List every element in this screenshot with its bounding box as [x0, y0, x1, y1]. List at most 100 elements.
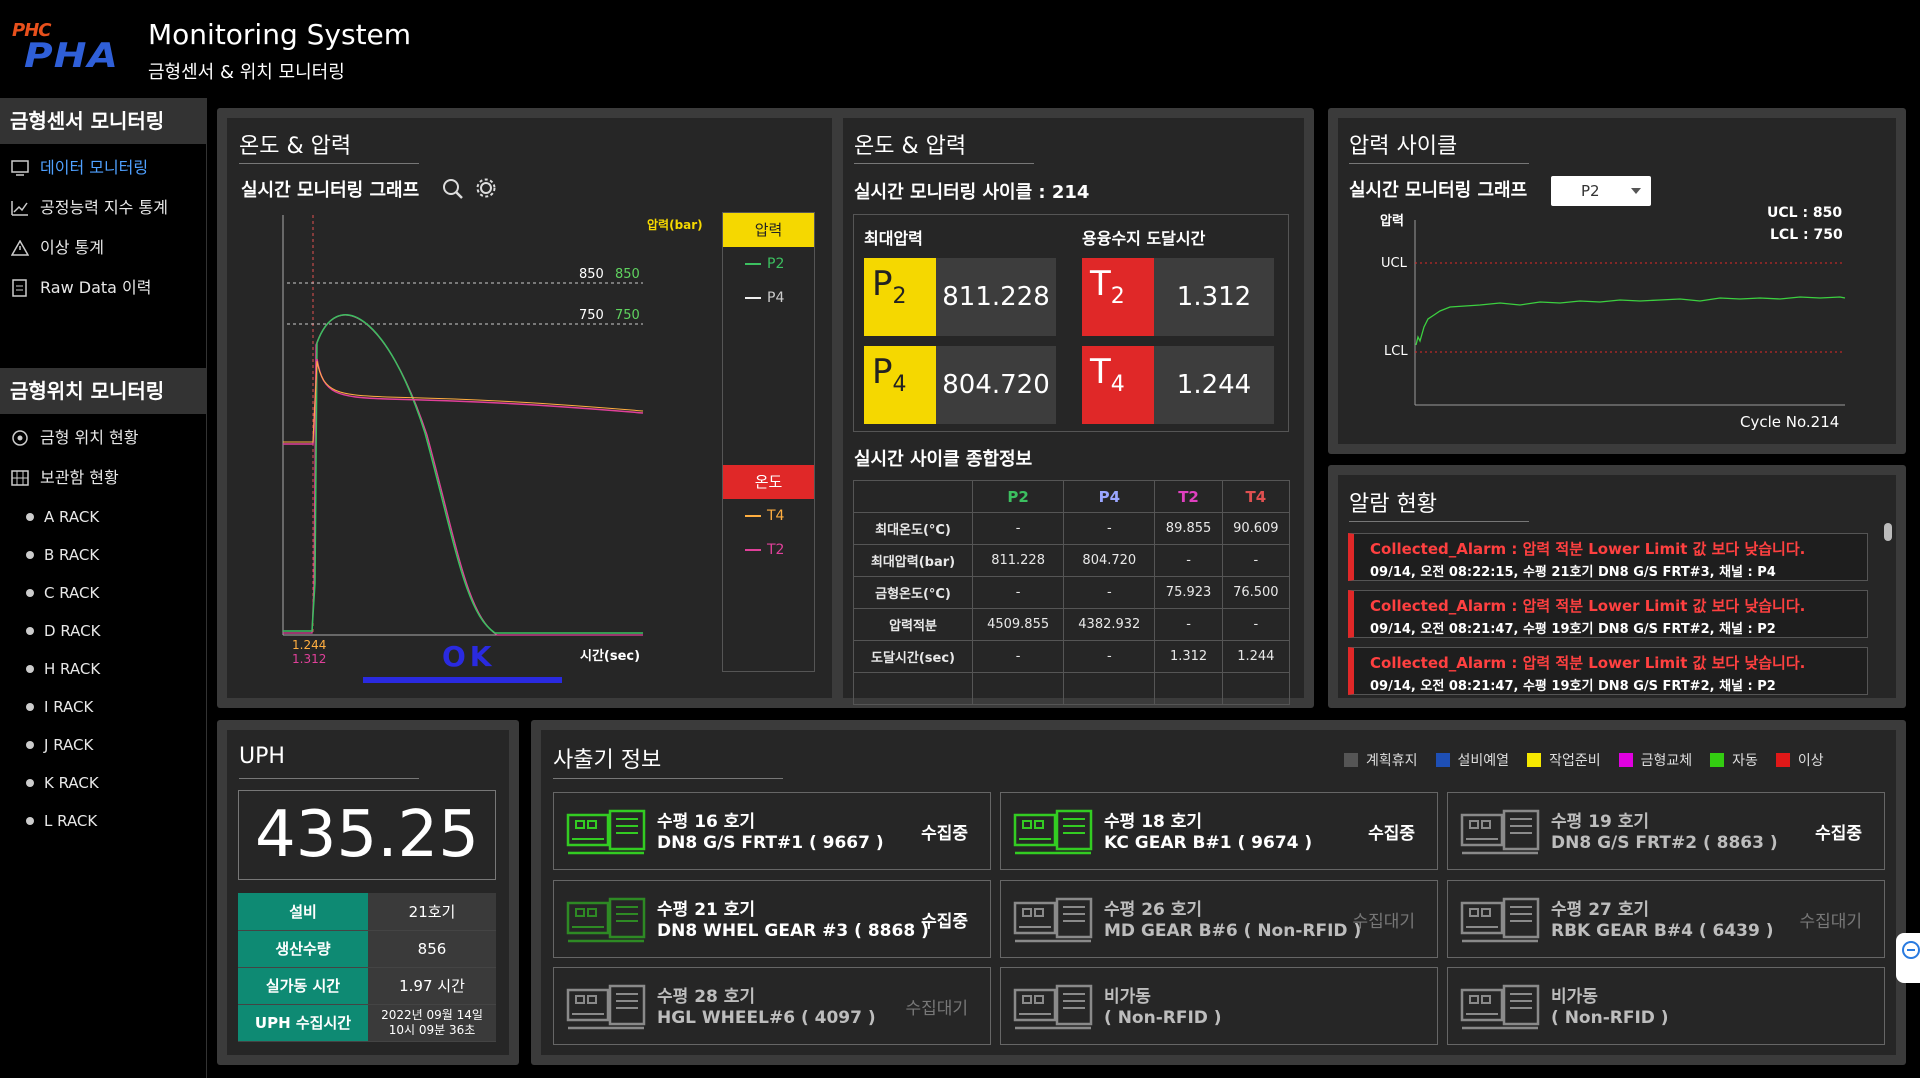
sidebar-item-label: Raw Data 이력 [40, 278, 152, 297]
machine-mold: HGL WHEEL#6 ( 4097 ) [657, 1008, 876, 1028]
machine-status: 수집대기 [1352, 912, 1415, 932]
table-header: T2 [1154, 480, 1223, 513]
uph-table: 설비 21호기 생산수량 856 실가동 시간 1.97 시간 UPH 수집시간 202… [238, 893, 496, 1042]
app-subtitle: 금형센서 & 위치 모니터링 [148, 62, 345, 83]
table-cell: 최대온도(°C) [853, 512, 973, 545]
rack-item[interactable]: H RACK [0, 650, 206, 688]
sidebar-item-label: 금형 위치 현황 [40, 428, 139, 447]
machine-card[interactable]: 수평 27 호기 RBK GEAR B#4 ( 6439 ) 수집대기 [1447, 880, 1885, 958]
legend-item-t4[interactable]: T4 [723, 499, 814, 533]
table-header: P2 [971, 480, 1065, 513]
table-cell: 압력적분 [853, 608, 973, 641]
legend-label: P4 [767, 290, 785, 306]
machine-mold: RBK GEAR B#4 ( 6439 ) [1551, 921, 1774, 941]
status-swatch [1435, 753, 1450, 767]
title-underline [1349, 521, 1529, 522]
channel-select[interactable]: P2 [1551, 176, 1651, 206]
machine-card[interactable]: 수평 18 호기 KC GEAR B#1 ( 9674 ) 수집중 [1000, 792, 1438, 870]
sidebar-item-label: 이상 통계 [40, 238, 104, 257]
rack-item[interactable]: D RACK [0, 612, 206, 650]
gear-icon[interactable] [475, 177, 497, 203]
machine-name: 수평 26 호기 [1104, 900, 1203, 920]
sidebar-item-data-monitor[interactable]: 데이터 모니터링 [0, 148, 206, 188]
table-cell: 856 [368, 930, 496, 968]
rack-item[interactable]: J RACK [0, 726, 206, 764]
bullet-icon [26, 551, 34, 559]
sidebar: 금형센서 모니터링 데이터 모니터링 공정능력 지수 통계 이상 통계 Raw … [0, 98, 207, 1078]
title-underline [553, 778, 783, 779]
machine-card[interactable]: 비가동( Non-RFID ) [1447, 967, 1885, 1045]
ucl-right-label: 850 [615, 267, 640, 282]
legend-label: T4 [767, 508, 785, 524]
sidebar-item-process-stats[interactable]: 공정능력 지수 통계 [0, 188, 206, 228]
table-header [853, 480, 973, 513]
logo-pha[interactable]: PHA [24, 36, 119, 76]
machine-card[interactable]: 수평 19 호기 DN8 G/S FRT#2 ( 8863 ) 수집중 [1447, 792, 1885, 870]
table-cell: 75.923 [1154, 576, 1223, 609]
alarm-message: Collected_Alarm : 압력 적분 Lower Limit 값 보다… [1370, 654, 1806, 672]
sidebar-item-mold-position[interactable]: 금형 위치 현황 [0, 418, 206, 458]
legend-temp-header: 온도 [723, 465, 814, 499]
machine-card[interactable]: 비가동( Non-RFID ) [1000, 967, 1438, 1045]
machine-status: 수집대기 [1799, 912, 1862, 932]
cycle-lcl-label: LCL [1384, 344, 1408, 359]
sidebar-item-anomaly-stats[interactable]: 이상 통계 [0, 228, 206, 268]
machine-icon [1013, 984, 1093, 1030]
status-swatch [1618, 753, 1633, 767]
title-underline [854, 163, 1034, 164]
sidebar-item-label: 공정능력 지수 통계 [40, 198, 168, 217]
alarm-item[interactable]: Collected_Alarm : 압력 적분 Lower Limit 값 보다… [1348, 533, 1868, 581]
table-cell: 89.855 [1154, 512, 1223, 545]
table-cell: - [1063, 640, 1156, 673]
machine-icon [1460, 809, 1540, 855]
t4-value: 1.244 [1154, 346, 1274, 424]
rack-item[interactable]: B RACK [0, 536, 206, 574]
machine-card[interactable]: 수평 21 호기 DN8 WHEL GEAR #3 ( 8868 ) 수집중 [553, 880, 991, 958]
legend-item-p4[interactable]: P4 [723, 281, 814, 315]
rack-item[interactable]: A RACK [0, 498, 206, 536]
title-underline [239, 778, 419, 779]
rack-item[interactable]: L RACK [0, 802, 206, 840]
machine-icon [566, 809, 646, 855]
cycle-summary-table: P2 P4 T2 T4 최대온도(°C) - - 89.855 90.609 최… [853, 480, 1291, 705]
legend-item-p2[interactable]: P2 [723, 247, 814, 281]
cycle-number: Cycle No.214 [1740, 413, 1840, 431]
t4-value-card: T4 1.244 [1082, 346, 1274, 424]
machine-status: 수집중 [1368, 824, 1415, 844]
sidebar-item-raw-data[interactable]: Raw Data 이력 [0, 268, 206, 308]
status-swatch [1527, 753, 1542, 767]
legend-item-t2[interactable]: T2 [723, 533, 814, 567]
ok-progress-bar [363, 677, 562, 683]
rack-item[interactable]: I RACK [0, 688, 206, 726]
lcl-left-label: 750 [579, 308, 604, 323]
uph-value: 435.25 [238, 790, 496, 880]
table-row: 도달시간(sec) - - 1.312 1.244 [853, 640, 1291, 673]
rack-item[interactable]: K RACK [0, 764, 206, 802]
machine-status-legend: 계획휴지 설비예열 작업준비 금형교체 자동 이상 [1326, 750, 1824, 770]
alarm-scrollbar[interactable] [1884, 523, 1892, 541]
machine-card[interactable]: 수평 28 호기 HGL WHEEL#6 ( 4097 ) 수집대기 [553, 967, 991, 1045]
warning-icon [10, 238, 30, 258]
sidebar-item-storage[interactable]: 보관함 현황 [0, 458, 206, 498]
t2-value-label: 1.312 [292, 652, 327, 666]
chat-widget-button[interactable] [1896, 933, 1920, 983]
machine-icon [1460, 984, 1540, 1030]
legend-item: 이상 [1775, 750, 1824, 770]
machine-card[interactable]: 수평 26 호기 MD GEAR B#6 ( Non-RFID ) 수집대기 [1000, 880, 1438, 958]
machine-mold: ( Non-RFID ) [1104, 1008, 1222, 1028]
chart-icon [10, 198, 30, 218]
alarm-item[interactable]: Collected_Alarm : 압력 적분 Lower Limit 값 보다… [1348, 590, 1868, 638]
alarm-detail: 09/14, 오전 08:21:47, 수평 19호기 DN8 G/S FRT#… [1370, 679, 1776, 694]
search-icon[interactable] [442, 178, 464, 204]
rack-item[interactable]: C RACK [0, 574, 206, 612]
bullet-icon [26, 627, 34, 635]
alarm-item[interactable]: Collected_Alarm : 압력 적분 Lower Limit 값 보다… [1348, 647, 1868, 695]
machine-card[interactable]: 수평 16 호기 DN8 G/S FRT#1 ( 9667 ) 수집중 [553, 792, 991, 870]
rack-label: D RACK [44, 622, 101, 640]
table-cell: - [971, 576, 1065, 609]
table-cell: UPH 수집시간 [238, 1004, 368, 1042]
rack-label: A RACK [44, 508, 100, 526]
machine-mold: DN8 G/S FRT#1 ( 9667 ) [657, 833, 884, 853]
machine-name: 수평 21 호기 [657, 900, 756, 920]
app-header: PHC PHA Monitoring System 금형센서 & 위치 모니터링 [0, 0, 1920, 98]
